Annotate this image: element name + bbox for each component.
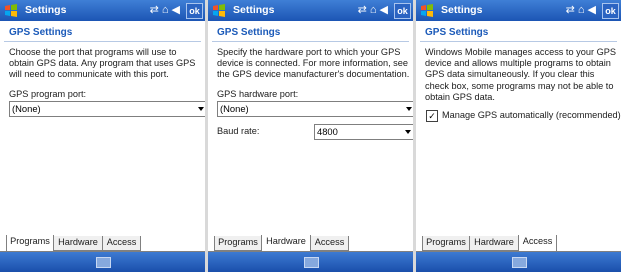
volume-icon[interactable]: ◀ — [380, 4, 391, 16]
connectivity-icon[interactable]: ⇄ — [566, 4, 578, 16]
tab-access[interactable]: Access — [102, 236, 141, 251]
tab-hardware[interactable]: Hardware — [261, 235, 311, 251]
gps-hardware-port-label: GPS hardware port: — [217, 89, 299, 99]
app-title: Settings — [441, 4, 483, 16]
windows-start-icon[interactable] — [3, 3, 19, 18]
heading-divider — [212, 41, 409, 42]
dropdown-value: 4800 — [317, 126, 338, 137]
keyboard-icon[interactable] — [303, 257, 319, 268]
connectivity-icon[interactable]: ⇄ — [150, 4, 162, 16]
volume-icon[interactable]: ◀ — [172, 4, 183, 16]
settings-screen-programs: Settings ⇄⌂◀ ok GPS Settings Choose the … — [0, 0, 205, 272]
ok-button[interactable]: ok — [602, 3, 619, 19]
windows-start-icon[interactable] — [211, 3, 227, 18]
signal-icon[interactable]: ⌂ — [370, 4, 380, 16]
page-title: GPS Settings — [9, 27, 73, 38]
gps-hardware-port-dropdown[interactable]: (None) — [217, 101, 413, 117]
keyboard-icon[interactable] — [511, 257, 527, 268]
checkmark-icon: ✓ — [428, 111, 436, 121]
heading-divider — [420, 41, 617, 42]
manage-gps-label[interactable]: Manage GPS automatically (recommended) — [442, 110, 621, 120]
baud-rate-label: Baud rate: — [217, 126, 260, 136]
dropdown-value: (None) — [12, 103, 41, 114]
bottom-menu-bar — [416, 252, 621, 272]
keyboard-icon[interactable] — [95, 257, 111, 268]
bottom-menu-bar — [208, 252, 413, 272]
connectivity-icon[interactable]: ⇄ — [358, 4, 370, 16]
title-bar: Settings ⇄⌂◀ ok — [208, 0, 413, 21]
heading-divider — [4, 41, 201, 42]
ok-button[interactable]: ok — [186, 3, 203, 19]
status-icons[interactable]: ⇄⌂◀ — [566, 3, 599, 16]
tab-access[interactable]: Access — [310, 236, 349, 251]
tab-access[interactable]: Access — [518, 235, 557, 251]
dropdown-value: (None) — [220, 103, 249, 114]
app-title: Settings — [25, 4, 67, 16]
baud-rate-dropdown[interactable]: 4800 — [314, 124, 413, 140]
gps-program-port-label: GPS program port: — [9, 89, 87, 99]
description-text: Specify the hardware port to which your … — [217, 47, 410, 80]
title-bar: Settings ⇄⌂◀ ok — [0, 0, 205, 21]
settings-screen-access: Settings ⇄⌂◀ ok GPS Settings Windows Mob… — [416, 0, 621, 272]
signal-icon[interactable]: ⌂ — [162, 4, 172, 16]
page-title: GPS Settings — [425, 27, 489, 38]
tab-hardware[interactable]: Hardware — [469, 236, 519, 251]
app-title: Settings — [233, 4, 275, 16]
chevron-down-icon — [406, 107, 412, 111]
tab-programs[interactable]: Programs — [6, 235, 54, 251]
signal-icon[interactable]: ⌂ — [578, 4, 588, 16]
title-bar: Settings ⇄⌂◀ ok — [416, 0, 621, 21]
description-text: Windows Mobile manages access to your GP… — [425, 47, 616, 102]
tab-hardware[interactable]: Hardware — [53, 236, 103, 251]
manage-gps-checkbox[interactable]: ✓ — [426, 110, 438, 122]
ok-button[interactable]: ok — [394, 3, 411, 19]
chevron-down-icon — [198, 107, 204, 111]
description-text: Choose the port that programs will use t… — [9, 47, 196, 80]
volume-icon[interactable]: ◀ — [588, 4, 599, 16]
page-title: GPS Settings — [217, 27, 281, 38]
windows-start-icon[interactable] — [419, 3, 435, 18]
status-icons[interactable]: ⇄⌂◀ — [358, 3, 391, 16]
bottom-menu-bar — [0, 252, 205, 272]
chevron-down-icon — [405, 130, 411, 134]
gps-program-port-dropdown[interactable]: (None) — [9, 101, 205, 117]
tab-programs[interactable]: Programs — [214, 236, 262, 251]
status-icons[interactable]: ⇄⌂◀ — [150, 3, 183, 16]
tab-programs[interactable]: Programs — [422, 236, 470, 251]
settings-screen-hardware: Settings ⇄⌂◀ ok GPS Settings Specify the… — [208, 0, 413, 272]
